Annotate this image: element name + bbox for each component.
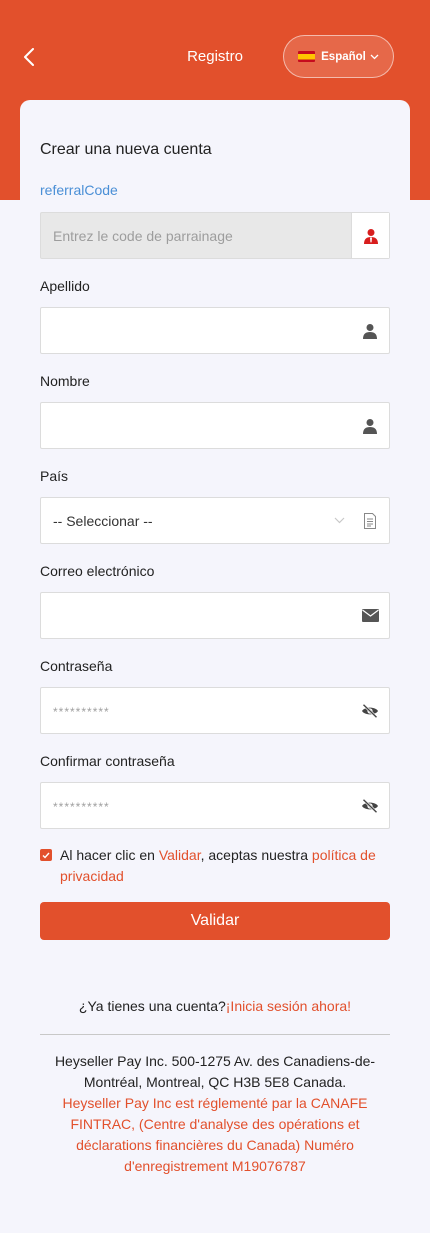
last-name-label: Apellido (40, 278, 90, 294)
first-name-label: Nombre (40, 373, 90, 389)
eye-slash-icon[interactable] (351, 688, 389, 733)
check-icon (42, 852, 50, 859)
login-question: ¿Ya tienes una cuenta? (78, 998, 226, 1014)
country-select[interactable]: -- Seleccionar -- (40, 497, 390, 544)
agreement-text: Al hacer clic en Validar, aceptas nuestr… (60, 847, 376, 884)
form-title: Crear una nueva cuenta (40, 141, 212, 158)
email-label: Correo electrónico (40, 563, 155, 579)
chevron-down-icon (370, 54, 379, 59)
agreement-row: Al hacer clic en Validar, aceptas nuestr… (40, 845, 390, 887)
validate-button[interactable]: Validar (40, 902, 390, 940)
email-field[interactable] (40, 592, 390, 639)
confirm-password-field[interactable] (40, 782, 390, 829)
envelope-icon (351, 593, 389, 638)
user-tie-icon (351, 213, 389, 258)
divider (40, 1034, 390, 1035)
referral-input[interactable] (41, 213, 351, 258)
referral-label: referralCode (40, 182, 118, 198)
last-name-input[interactable] (41, 308, 351, 353)
footer: Heyseller Pay Inc. 500-1275 Av. des Cana… (45, 1051, 385, 1177)
footer-address: Heyseller Pay Inc. 500-1275 Av. des Cana… (54, 1053, 376, 1090)
eye-slash-icon[interactable] (351, 783, 389, 828)
user-icon (351, 403, 389, 448)
password-label: Contraseña (40, 658, 113, 674)
login-prompt: ¿Ya tienes una cuenta?¡Inicia sesión aho… (0, 998, 430, 1014)
user-icon (351, 308, 389, 353)
document-icon (351, 498, 389, 543)
country-label: País (40, 468, 69, 484)
password-input[interactable] (41, 688, 351, 733)
password-field[interactable] (40, 687, 390, 734)
login-link[interactable]: ¡Inicia sesión ahora! (226, 998, 351, 1014)
country-selected-value: -- Seleccionar -- (53, 512, 153, 529)
confirm-password-label: Confirmar contraseña (40, 753, 175, 769)
email-input[interactable] (41, 593, 351, 638)
first-name-field[interactable] (40, 402, 390, 449)
agreement-checkbox[interactable] (40, 849, 52, 861)
footer-regulation: Heyseller Pay Inc est réglementé par la … (62, 1095, 368, 1174)
referral-field[interactable] (40, 212, 390, 259)
chevron-down-icon (327, 517, 351, 524)
spain-flag-icon (298, 51, 316, 62)
language-label: Español (321, 50, 366, 63)
confirm-password-input[interactable] (41, 783, 351, 828)
first-name-input[interactable] (41, 403, 351, 448)
last-name-field[interactable] (40, 307, 390, 354)
language-selector[interactable]: Español (283, 35, 394, 78)
validate-link[interactable]: Validar (159, 847, 201, 863)
